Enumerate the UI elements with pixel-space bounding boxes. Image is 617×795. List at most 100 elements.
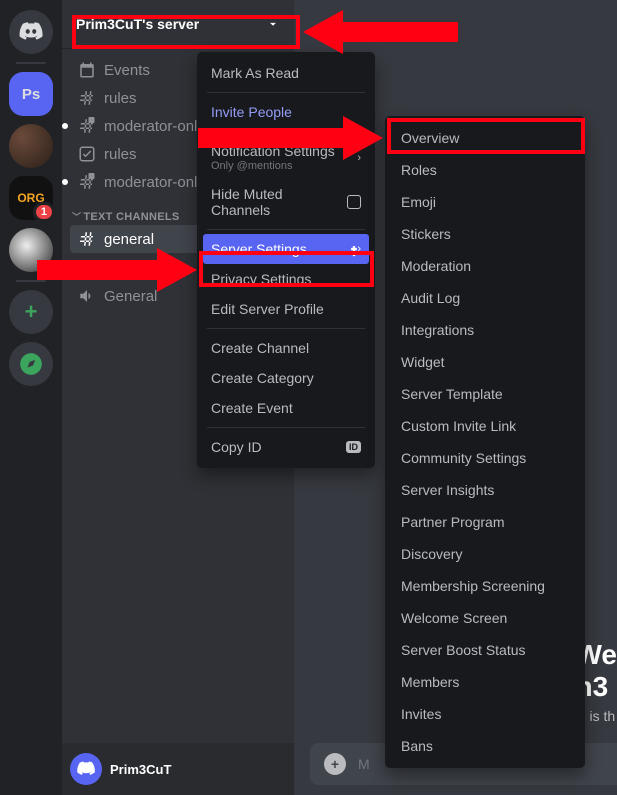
submenu-item-server-insights[interactable]: Server Insights [391,474,579,506]
submenu-item-label: Custom Invite Link [401,418,516,434]
hashlock-icon [78,117,96,135]
id-badge-icon: ID [346,441,361,453]
submenu-item-label: Members [401,674,459,690]
server-name: Prim3CuT's server [76,16,199,32]
channel-label: Events [104,62,150,79]
menu-item-hide-muted-channels[interactable]: Hide Muted Channels [203,179,369,225]
submenu-item-emoji[interactable]: Emoji [391,186,579,218]
menu-item-create-channel[interactable]: Create Channel [203,333,369,363]
submenu-item-custom-invite-link[interactable]: Custom Invite Link [391,410,579,442]
explore-servers-button[interactable] [9,342,53,386]
submenu-item-server-template[interactable]: Server Template [391,378,579,410]
submenu-item-label: Stickers [401,226,451,242]
menu-item-label: Hide Muted Channels [211,186,341,218]
submenu-item-label: Bans [401,738,433,754]
server-icon[interactable]: Ps [9,72,53,116]
server-icon[interactable] [9,228,53,272]
submenu-item-welcome-screen[interactable]: Welcome Screen [391,602,579,634]
menu-item-server-settings[interactable]: Server Settings› [203,234,369,264]
submenu-item-server-boost-status[interactable]: Server Boost Status [391,634,579,666]
menu-item-label: Invite People [211,104,292,120]
calendar-icon [78,61,96,79]
submenu-item-roles[interactable]: Roles [391,154,579,186]
message-placeholder: M [358,756,370,772]
avatar [70,753,102,785]
submenu-item-partner-program[interactable]: Partner Program [391,506,579,538]
menu-item-label: Copy ID [211,439,262,455]
add-server-button[interactable]: + [9,290,53,334]
cursor-icon [347,244,361,260]
channel-label: moderator-only [104,174,205,191]
username: Prim3CuT [110,762,171,777]
submenu-item-label: Audit Log [401,290,460,306]
submenu-item-label: Server Boost Status [401,642,526,658]
submenu-item-label: Emoji [401,194,436,210]
submenu-item-members[interactable]: Members [391,666,579,698]
menu-item-copy-id[interactable]: Copy ID ID [203,432,369,462]
menu-item-label: Notification SettingsOnly @mentions [211,143,335,172]
submenu-item-stickers[interactable]: Stickers [391,218,579,250]
server-rail: Ps ORG 1 + [0,0,62,795]
chevron-right-icon: › [357,152,361,164]
submenu-item-integrations[interactable]: Integrations [391,314,579,346]
menu-separator [207,229,365,230]
checkbox-icon [347,195,361,209]
check-icon [78,145,96,163]
server-settings-submenu: Overview Roles Emoji Stickers Moderation Audi… [385,116,585,768]
server-icon[interactable]: ORG 1 [9,176,53,220]
menu-item-label: Create Event [211,400,293,416]
menu-item-label: Server Settings [211,241,307,257]
server-context-menu: Mark As Read Invite People Notification Se… [197,52,375,468]
menu-item-create-event[interactable]: Create Event [203,393,369,423]
user-area[interactable]: Prim3CuT [62,743,294,795]
menu-separator [207,427,365,428]
submenu-item-label: Community Settings [401,450,526,466]
submenu-item-audit-log[interactable]: Audit Log [391,282,579,314]
submenu-item-invites[interactable]: Invites [391,698,579,730]
submenu-item-label: Invites [401,706,441,722]
channel-label: rules [104,90,137,107]
submenu-item-label: Discovery [401,546,462,562]
menu-item-edit-server-profile[interactable]: Edit Server Profile [203,294,369,324]
submenu-item-community-settings[interactable]: Community Settings [391,442,579,474]
submenu-item-label: Overview [401,130,459,146]
menu-item-label: Create Category [211,370,314,386]
menu-item-privacy-settings[interactable]: Privacy Settings [203,264,369,294]
channel-label: moderator-only [104,118,205,135]
menu-item-label: Edit Server Profile [211,301,324,317]
submenu-item-label: Server Insights [401,482,494,498]
hash-icon [78,230,96,248]
menu-separator [207,328,365,329]
submenu-item-label: Partner Program [401,514,504,530]
menu-item-create-category[interactable]: Create Category [203,363,369,393]
submenu-item-widget[interactable]: Widget [391,346,579,378]
menu-item-notification-settings[interactable]: Notification SettingsOnly @mentions › [203,136,369,179]
server-header[interactable]: Prim3CuT's server [62,0,294,48]
menu-separator [207,92,365,93]
server-icon[interactable] [9,124,53,168]
menu-item-invite-people[interactable]: Invite People [203,97,369,127]
submenu-item-label: Roles [401,162,437,178]
menu-item-mark-as-read[interactable]: Mark As Read [203,58,369,88]
menu-item-label: Create Channel [211,340,309,356]
submenu-item-membership-screening[interactable]: Membership Screening [391,570,579,602]
submenu-item-bans[interactable]: Bans [391,730,579,762]
notification-badge: 1 [33,202,55,222]
submenu-item-label: Moderation [401,258,471,274]
discord-home-icon[interactable] [9,10,53,54]
speaker-icon [78,287,96,305]
channel-label: General [104,288,157,305]
hashlock-icon [78,173,96,191]
submenu-item-moderation[interactable]: Moderation [391,250,579,282]
chevron-down-icon [266,17,280,31]
channel-label: general [104,231,154,248]
submenu-item-label: Membership Screening [401,578,545,594]
menu-item-label: Privacy Settings [211,271,311,287]
attach-button[interactable]: + [324,753,346,775]
submenu-item-discovery[interactable]: Discovery [391,538,579,570]
rail-separator [16,62,46,64]
submenu-item-overview[interactable]: Overview [391,122,579,154]
channel-label: rules [104,146,137,163]
hash-icon [78,89,96,107]
submenu-item-label: Integrations [401,322,474,338]
